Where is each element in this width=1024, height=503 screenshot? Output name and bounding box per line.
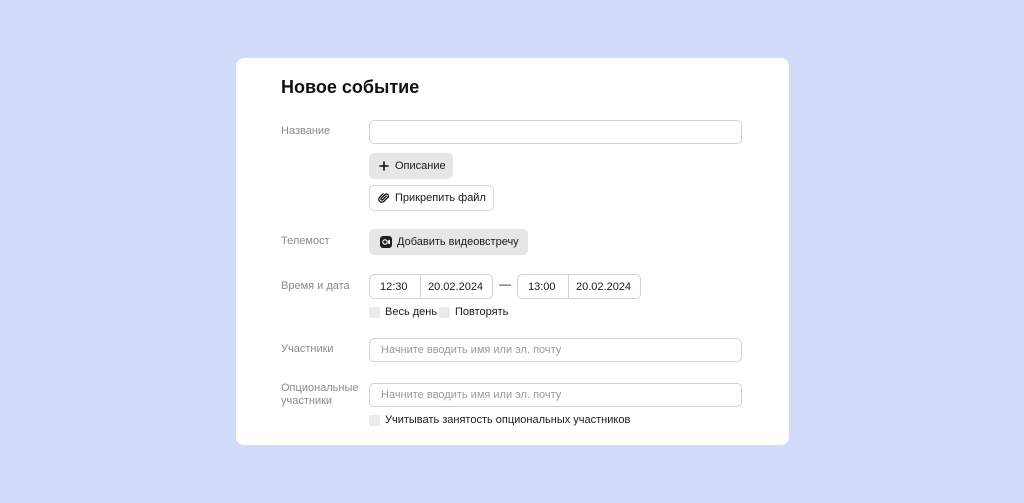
event-name-input[interactable]: [369, 120, 742, 144]
paperclip-icon: [377, 191, 391, 205]
optional-participants-input[interactable]: [369, 383, 742, 407]
add-videocall-button[interactable]: Добавить видеовстречу: [369, 229, 528, 255]
datetime-label: Время и дата: [281, 280, 350, 292]
participants-input[interactable]: [369, 338, 742, 362]
optional-participants-label-line1: Опциональные: [281, 382, 359, 394]
add-description-label: Описание: [395, 160, 446, 172]
plus-icon: [377, 159, 391, 173]
end-time-field[interactable]: 13:00: [518, 275, 568, 298]
optional-participants-label-line2: участники: [281, 395, 333, 407]
attach-file-button[interactable]: Прикрепить файл: [369, 185, 494, 211]
end-date-field[interactable]: 20.02.2024: [568, 275, 640, 298]
telemost-label: Телемост: [281, 235, 330, 247]
repeat-checkbox-box[interactable]: [439, 306, 450, 318]
range-separator: —: [499, 277, 511, 291]
optional-busy-label: Учитывать занятость опциональных участни…: [385, 414, 631, 426]
new-event-card: Новое событие Название Описание Прикрепи…: [236, 58, 789, 445]
optional-participants-label: Опциональные участники: [281, 382, 359, 408]
attach-file-label: Прикрепить файл: [395, 192, 486, 204]
page-title: Новое событие: [281, 77, 420, 97]
all-day-checkbox-box[interactable]: [369, 306, 380, 318]
start-date-field[interactable]: 20.02.2024: [420, 275, 492, 298]
repeat-label: Повторять: [455, 306, 509, 318]
end-datetime: 13:00 20.02.2024: [517, 274, 641, 299]
start-datetime: 12:30 20.02.2024: [369, 274, 493, 299]
all-day-label: Весь день: [385, 306, 438, 318]
start-time-field[interactable]: 12:30: [370, 275, 420, 298]
optional-busy-checkbox[interactable]: Учитывать занятость опциональных участни…: [369, 414, 630, 426]
add-videocall-label: Добавить видеовстречу: [397, 236, 519, 248]
repeat-checkbox[interactable]: Повторять: [439, 306, 508, 318]
participants-label: Участники: [281, 343, 334, 355]
optional-busy-checkbox-box[interactable]: [369, 414, 380, 426]
all-day-checkbox[interactable]: Весь день: [369, 306, 437, 318]
name-label: Название: [281, 125, 331, 137]
add-description-button[interactable]: Описание: [369, 153, 453, 179]
telemost-icon: [379, 235, 393, 249]
